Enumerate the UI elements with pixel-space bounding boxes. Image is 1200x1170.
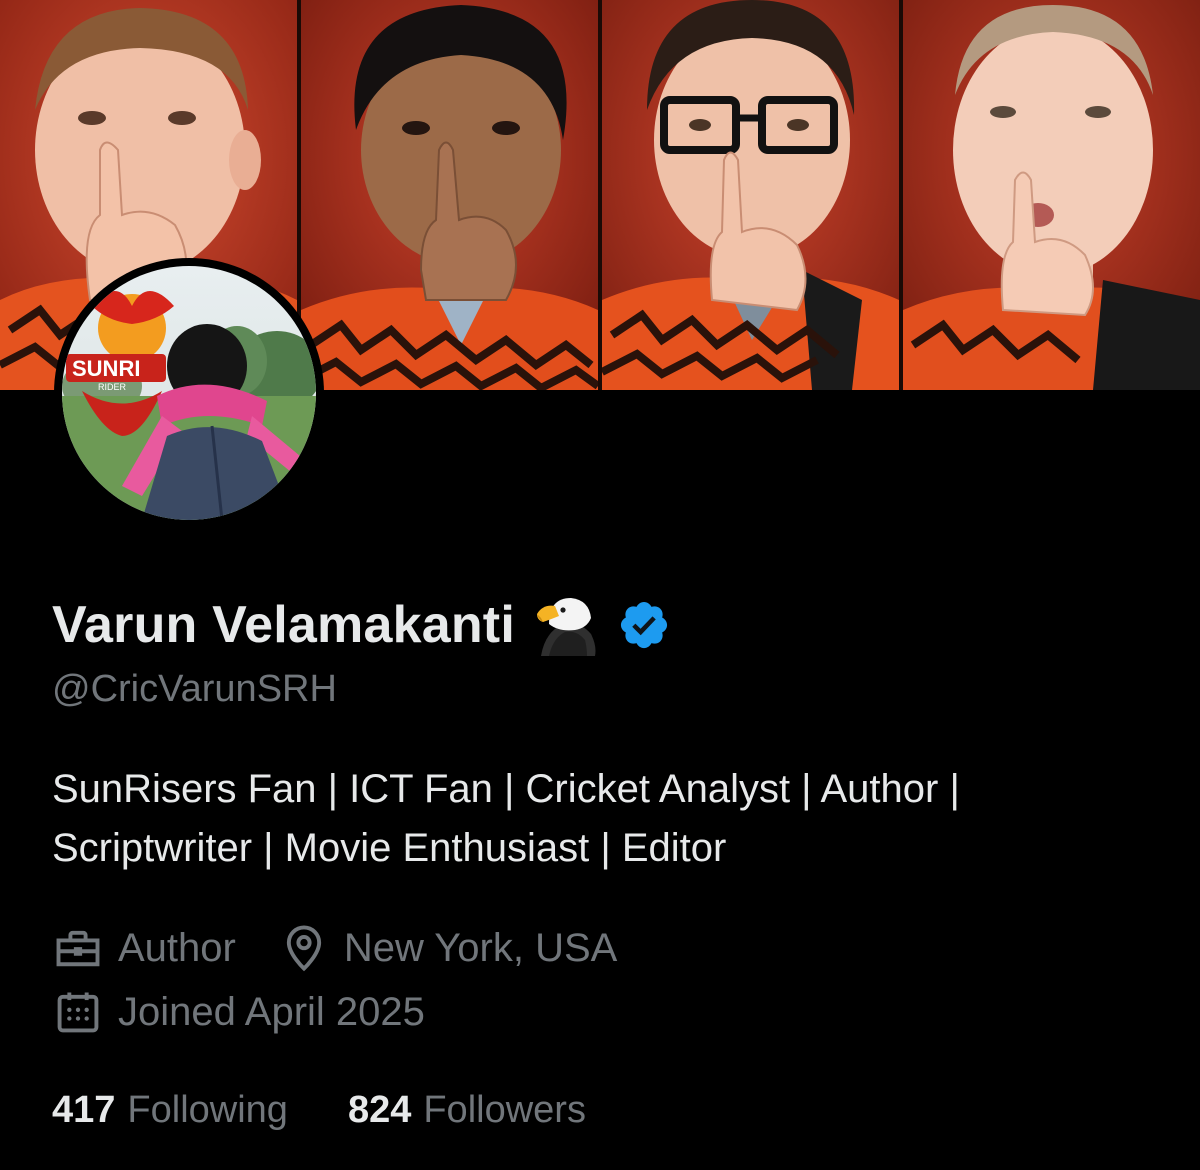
location-item: New York, USA <box>278 922 617 974</box>
joined-item: Joined April 2025 <box>52 986 425 1038</box>
following-link[interactable]: 417 Following <box>52 1089 288 1132</box>
banner-photo-3 <box>602 0 899 390</box>
verified-badge-icon[interactable] <box>617 598 671 652</box>
following-label: Following <box>127 1088 288 1131</box>
banner-photo-4 <box>903 0 1200 390</box>
briefcase-icon <box>56 930 100 967</box>
profession-text: Author <box>118 925 236 970</box>
profile-handle: @CricVarunSRH <box>52 668 337 710</box>
banner-photo-2 <box>301 0 598 390</box>
followers-count: 824 <box>347 1088 412 1131</box>
profile-stats: 417 Following 824 Followers <box>52 1084 646 1136</box>
joined-text: Joined April 2025 <box>118 989 425 1034</box>
profile-bio: SunRisers Fan | ICT Fan | Cricket Analys… <box>52 760 1152 878</box>
followers-link[interactable]: 824 Followers <box>348 1089 586 1132</box>
following-count: 417 <box>52 1088 116 1131</box>
location-pin-icon <box>286 925 321 972</box>
profile-avatar[interactable]: SUNRI RIDER <box>54 258 324 528</box>
profile-name-row: Varun Velamakanti <box>52 590 671 660</box>
svg-text:RIDER: RIDER <box>98 382 127 392</box>
eagle-icon <box>536 598 596 656</box>
bio-line-1: SunRisers Fan | ICT Fan | Cricket Analys… <box>52 767 960 811</box>
profile-joined-row: Joined April 2025 <box>52 984 467 1040</box>
profile-display-name: Varun Velamakanti <box>52 596 515 654</box>
followers-label: Followers <box>423 1088 586 1131</box>
bio-line-2: Scriptwriter | Movie Enthusiast | Editor <box>52 826 727 870</box>
profile-meta-row: Author New York, USA <box>52 920 659 976</box>
calendar-icon <box>57 992 99 1033</box>
profession-item: Author <box>52 922 236 974</box>
location-text: New York, USA <box>343 925 618 970</box>
svg-text:SUNRI: SUNRI <box>72 356 140 381</box>
